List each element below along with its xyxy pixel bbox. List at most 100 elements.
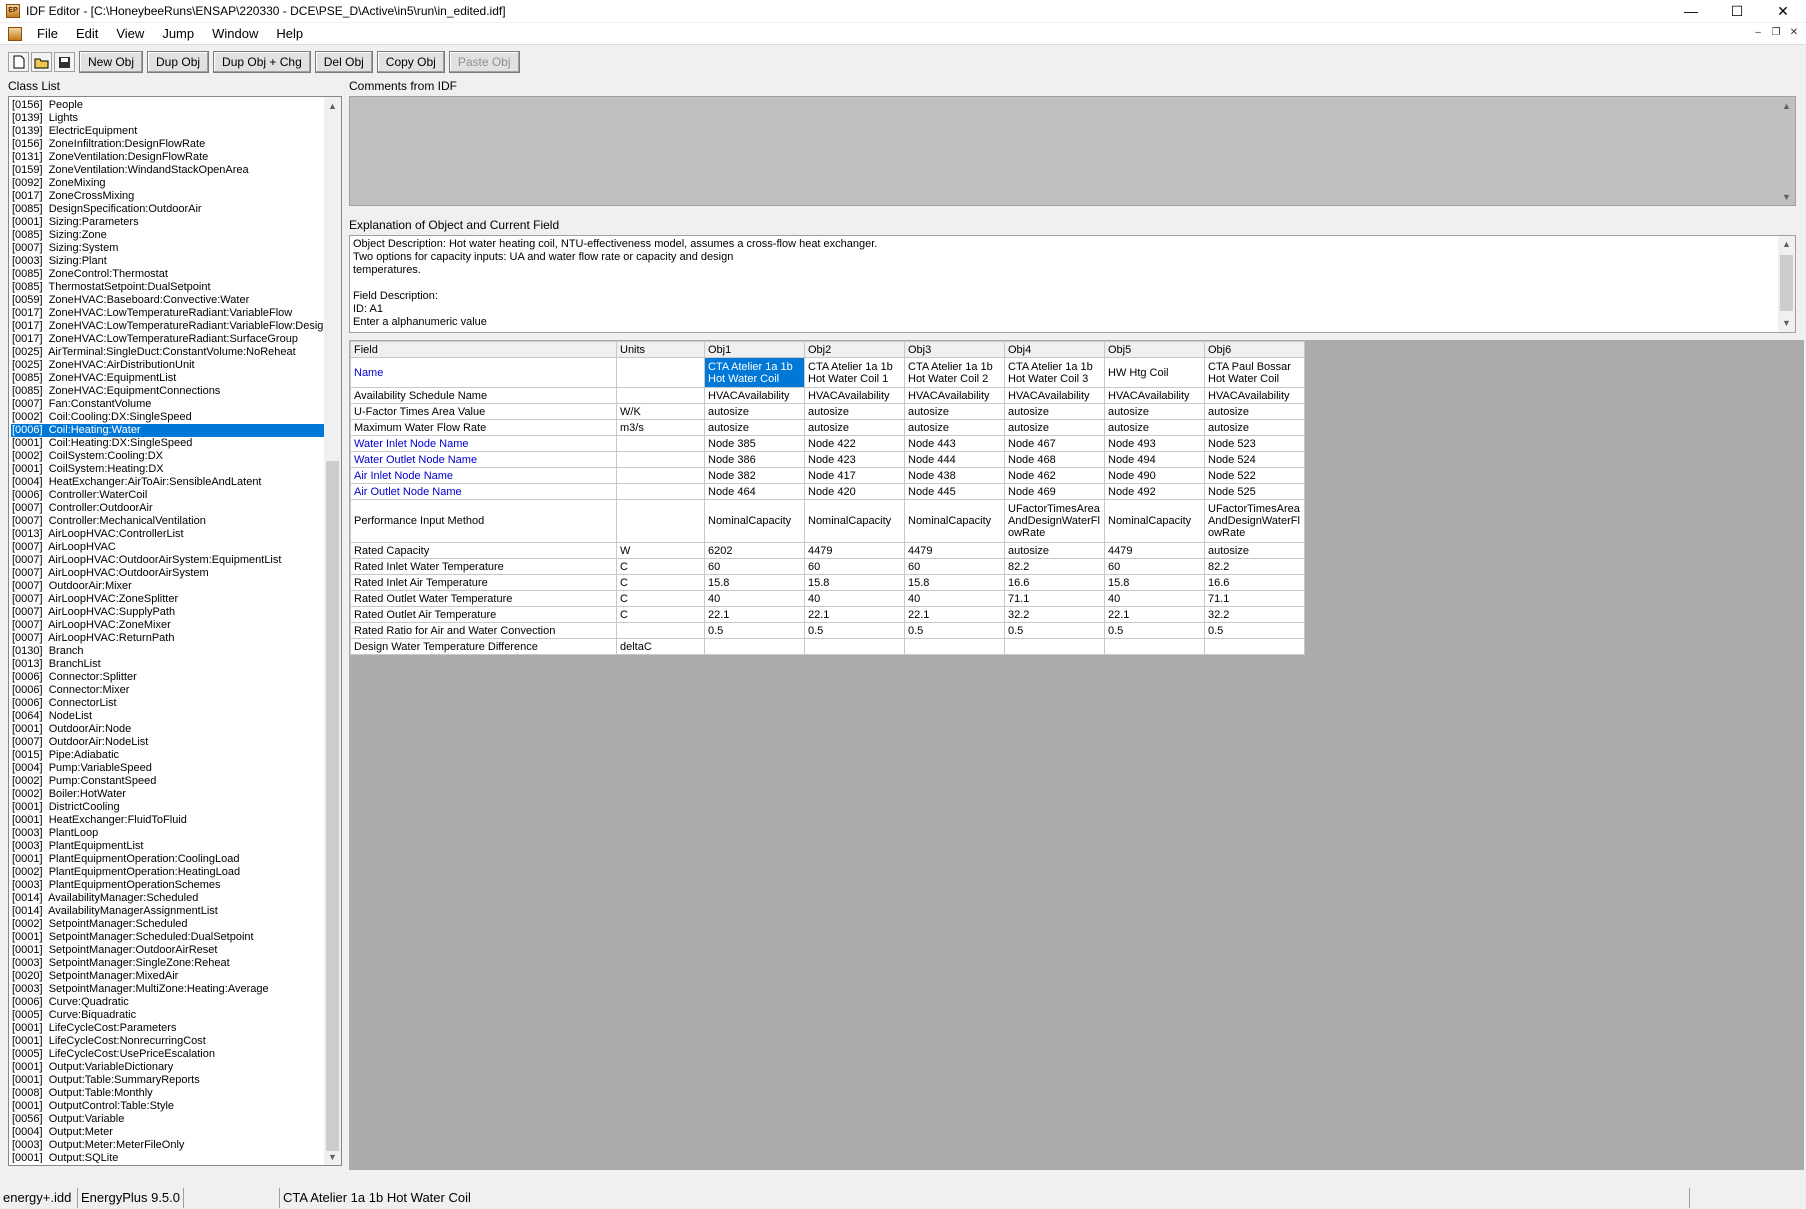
value-cell[interactable]: Node 386 [704,451,805,468]
obj4-column-header[interactable]: Obj4 [1004,341,1105,358]
value-cell[interactable]: 32.2 [1004,606,1105,623]
class-list-item[interactable]: [0017] ZoneCrossMixing [11,190,324,203]
class-list-item[interactable]: [0007] AirLoopHVAC:ZoneMixer [11,619,324,632]
class-list-item[interactable]: [0014] AvailabilityManagerAssignmentList [11,905,324,918]
value-cell[interactable]: NominalCapacity [1104,499,1205,543]
class-list-item[interactable]: [0025] ZoneHVAC:AirDistributionUnit [11,359,324,372]
class-list-item[interactable]: [0002] Boiler:HotWater [11,788,324,801]
class-list-item[interactable]: [0139] ElectricEquipment [11,125,324,138]
class-list-item[interactable]: [0007] AirLoopHVAC:SupplyPath [11,606,324,619]
scroll-up-icon[interactable]: ▲ [1778,236,1795,253]
value-cell[interactable]: 15.8 [804,574,905,591]
value-cell[interactable]: CTA Paul Bossar Hot Water Coil [1204,357,1305,388]
class-list-item[interactable]: [0007] AirLoopHVAC [11,541,324,554]
class-list-item[interactable]: [0003] SetpointManager:SingleZone:Reheat [11,957,324,970]
value-cell[interactable]: UFactorTimesAreaAndDesignWaterFlowRate [1204,499,1305,543]
value-cell[interactable]: 22.1 [1104,606,1205,623]
value-cell[interactable]: Node 493 [1104,435,1205,452]
value-cell[interactable]: Node 467 [1004,435,1105,452]
class-list-item[interactable]: [0005] Curve:Biquadratic [11,1009,324,1022]
value-cell[interactable]: 22.1 [704,606,805,623]
value-cell[interactable]: 16.6 [1004,574,1105,591]
value-cell[interactable]: Node 422 [804,435,905,452]
class-list-item[interactable]: [0059] ZoneHVAC:Baseboard:Convective:Wat… [11,294,324,307]
class-list-item[interactable]: [0013] AirLoopHVAC:ControllerList [11,528,324,541]
value-cell[interactable]: autosize [804,403,905,420]
class-list-item[interactable]: [0003] SetpointManager:MultiZone:Heating… [11,983,324,996]
value-cell[interactable]: CTA Atelier 1a 1b Hot Water Coil [704,357,805,388]
value-cell[interactable]: Node 524 [1204,451,1305,468]
class-list-item[interactable]: [0025] AirTerminal:SingleDuct:ConstantVo… [11,346,324,359]
class-list-item[interactable]: [0139] Lights [11,112,324,125]
open-folder-icon[interactable] [31,52,52,72]
value-cell[interactable]: NominalCapacity [904,499,1005,543]
minimize-button[interactable]: — [1668,0,1714,22]
value-cell[interactable]: NominalCapacity [704,499,805,543]
value-cell[interactable]: autosize [904,403,1005,420]
value-cell[interactable]: 15.8 [904,574,1005,591]
value-cell[interactable]: Node 469 [1004,483,1105,500]
value-cell[interactable]: autosize [904,419,1005,436]
class-list-item[interactable]: [0006] ConnectorList [11,697,324,710]
scroll-thumb[interactable] [326,461,339,1151]
close-button[interactable]: ✕ [1760,0,1806,22]
value-cell[interactable]: 4479 [804,542,905,559]
class-list-item[interactable]: [0002] Pump:ConstantSpeed [11,775,324,788]
class-list-item[interactable]: [0007] AirLoopHVAC:ReturnPath [11,632,324,645]
field-name-cell[interactable]: Name [350,357,617,388]
class-list[interactable]: [0156] People [0139] Lights [0139] Electri… [8,96,342,1166]
class-list-item[interactable]: [0001] DistrictCooling [11,801,324,814]
mdi-minimize-icon[interactable]: – [1750,26,1766,40]
field-name-cell[interactable]: Rated Ratio for Air and Water Convection [350,622,617,639]
value-cell[interactable]: HVACAvailability [804,387,905,404]
value-cell[interactable]: 4479 [904,542,1005,559]
class-list-item[interactable]: [0014] AvailabilityManager:Scheduled [11,892,324,905]
value-cell[interactable]: 32.2 [1204,606,1305,623]
class-list-item[interactable]: [0007] OutdoorAir:NodeList [11,736,324,749]
field-name-cell[interactable]: Availability Schedule Name [350,387,617,404]
obj1-column-header[interactable]: Obj1 [704,341,805,358]
value-cell[interactable]: autosize [1104,419,1205,436]
value-cell[interactable]: 15.8 [1104,574,1205,591]
class-list-item[interactable]: [0006] Controller:WaterCoil [11,489,324,502]
class-list-item[interactable]: [0001] Output:Table:SummaryReports [11,1074,324,1087]
class-list-item[interactable]: [0007] AirLoopHVAC:OutdoorAirSystem [11,567,324,580]
class-list-item[interactable]: [0002] PlantEquipmentOperation:HeatingLo… [11,866,324,879]
class-list-item[interactable]: [0001] OutdoorAir:Node [11,723,324,736]
value-cell[interactable]: Node 438 [904,467,1005,484]
class-list-item[interactable]: [0004] Output:Meter [11,1126,324,1139]
class-list-item[interactable]: [0001] Output:VariableDictionary [11,1061,324,1074]
value-cell[interactable]: 0.5 [804,622,905,639]
maximize-button[interactable]: ☐ [1714,0,1760,22]
field-name-cell[interactable]: Rated Inlet Water Temperature [350,558,617,575]
value-cell[interactable]: 0.5 [1004,622,1105,639]
class-list-item[interactable]: [0085] DesignSpecification:OutdoorAir [11,203,324,216]
class-list-item[interactable]: [0007] Controller:OutdoorAir [11,502,324,515]
field-name-cell[interactable]: Water Inlet Node Name [350,435,617,452]
class-list-item[interactable]: [0005] LifeCycleCost:UsePriceEscalation [11,1048,324,1061]
value-cell[interactable]: Node 492 [1104,483,1205,500]
value-cell[interactable]: 40 [1104,590,1205,607]
value-cell[interactable]: Node 417 [804,467,905,484]
value-cell[interactable]: CTA Atelier 1a 1b Hot Water Coil 1 [804,357,905,388]
value-cell[interactable]: 0.5 [1104,622,1205,639]
value-cell[interactable]: Node 423 [804,451,905,468]
class-list-item[interactable]: [0085] ZoneHVAC:EquipmentConnections [11,385,324,398]
field-name-cell[interactable]: U-Factor Times Area Value [350,403,617,420]
value-cell[interactable]: 0.5 [904,622,1005,639]
value-cell[interactable]: autosize [1004,542,1105,559]
class-list-item[interactable]: [0001] CoilSystem:Heating:DX [11,463,324,476]
value-cell[interactable] [1104,638,1205,655]
value-cell[interactable]: HW Htg Coil [1104,357,1205,388]
value-cell[interactable]: NominalCapacity [804,499,905,543]
class-list-item[interactable]: [0003] Sizing:Plant [11,255,324,268]
class-list-item[interactable]: [0085] ZoneControl:Thermostat [11,268,324,281]
field-name-cell[interactable]: Maximum Water Flow Rate [350,419,617,436]
obj3-column-header[interactable]: Obj3 [904,341,1005,358]
value-cell[interactable]: 82.2 [1204,558,1305,575]
field-name-cell[interactable]: Rated Outlet Water Temperature [350,590,617,607]
class-list-item[interactable]: [0001] Coil:Heating:DX:SingleSpeed [11,437,324,450]
class-list-item[interactable]: [0001] Sizing:Parameters [11,216,324,229]
value-cell[interactable]: 71.1 [1204,590,1305,607]
value-cell[interactable]: 4479 [1104,542,1205,559]
